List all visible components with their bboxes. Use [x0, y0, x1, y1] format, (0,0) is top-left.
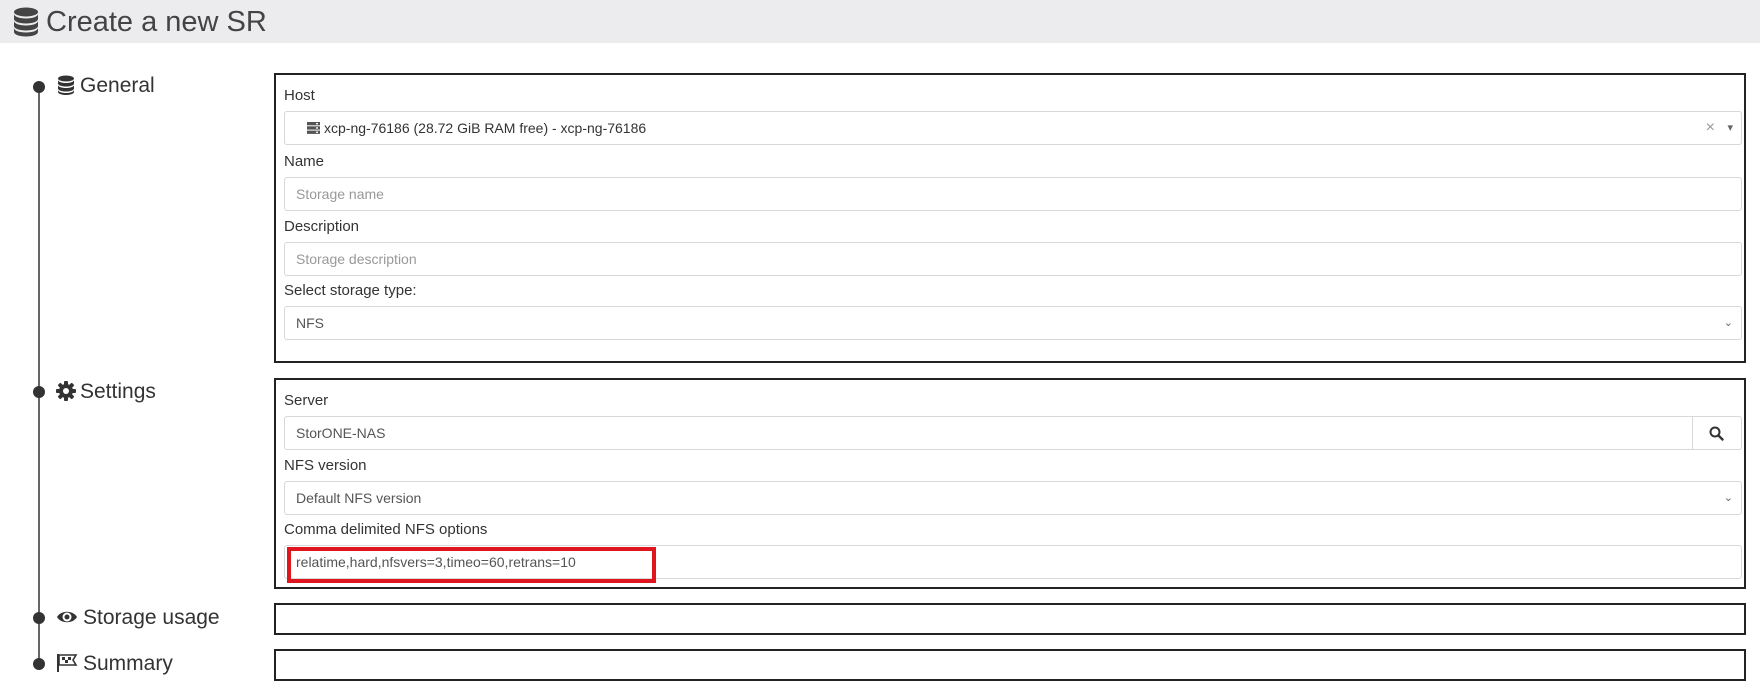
nfs-options-input[interactable]: relatime,hard,nfsvers=3,timeo=60,retrans…: [284, 545, 1742, 583]
search-icon: [1709, 426, 1724, 441]
database-icon: [14, 7, 38, 37]
general-panel: Host xcp-ng-76186 (28.72 GiB RAM free) -…: [274, 73, 1746, 363]
host-value: xcp-ng-76186 (28.72 GiB RAM free) - xcp-…: [324, 120, 647, 136]
database-icon: [58, 75, 74, 95]
step-label-general: General: [80, 74, 155, 97]
step-label-summary: Summary: [83, 652, 173, 675]
host-label: Host: [284, 87, 315, 104]
nfs-version-select[interactable]: Default NFS version ⌄: [284, 481, 1742, 515]
step-label-storage-usage: Storage usage: [83, 606, 220, 629]
server-icon: [307, 122, 320, 134]
nfs-version-label: NFS version: [284, 457, 367, 474]
highlight-box: [287, 547, 656, 583]
server-label: Server: [284, 392, 329, 409]
server-input[interactable]: StorONE-NAS: [284, 416, 1742, 450]
search-button[interactable]: [1692, 416, 1742, 450]
storage-description-input[interactable]: Storage description: [284, 242, 1742, 276]
flag-icon: [57, 654, 78, 672]
storage-usage-panel: [274, 603, 1746, 635]
settings-panel: Server StorONE-NAS NFS version Default N…: [274, 378, 1746, 589]
step-dot-settings: [33, 386, 45, 398]
nfs-version-value: Default NFS version: [296, 490, 422, 506]
name-label: Name: [284, 153, 325, 170]
nfs-options-label: Comma delimited NFS options: [284, 521, 488, 538]
step-label-settings: Settings: [80, 380, 156, 403]
summary-panel: [274, 649, 1746, 681]
host-select[interactable]: xcp-ng-76186 (28.72 GiB RAM free) - xcp-…: [284, 111, 1742, 145]
step-dot-storage-usage: [33, 612, 45, 624]
storage-name-input[interactable]: Storage name: [284, 177, 1742, 211]
storage-type-value: NFS: [296, 315, 324, 331]
server-value: StorONE-NAS: [296, 425, 386, 441]
page-header: Create a new SR: [0, 0, 1760, 43]
chevron-down-icon: ⌄: [1723, 317, 1733, 329]
storage-type-label: Select storage type:: [284, 282, 417, 299]
gear-icon: [56, 381, 76, 401]
storage-type-select[interactable]: NFS ⌄: [284, 306, 1742, 340]
page-title: Create a new SR: [46, 6, 267, 38]
description-label: Description: [284, 218, 360, 235]
step-dot-summary: [33, 658, 45, 670]
step-dot-general: [33, 81, 45, 93]
clear-icon[interactable]: ×: [1706, 112, 1715, 144]
caret-down-icon[interactable]: ▾: [1727, 112, 1733, 144]
eye-icon: [57, 611, 77, 623]
chevron-down-icon: ⌄: [1723, 492, 1733, 504]
step-timeline: [38, 84, 40, 666]
